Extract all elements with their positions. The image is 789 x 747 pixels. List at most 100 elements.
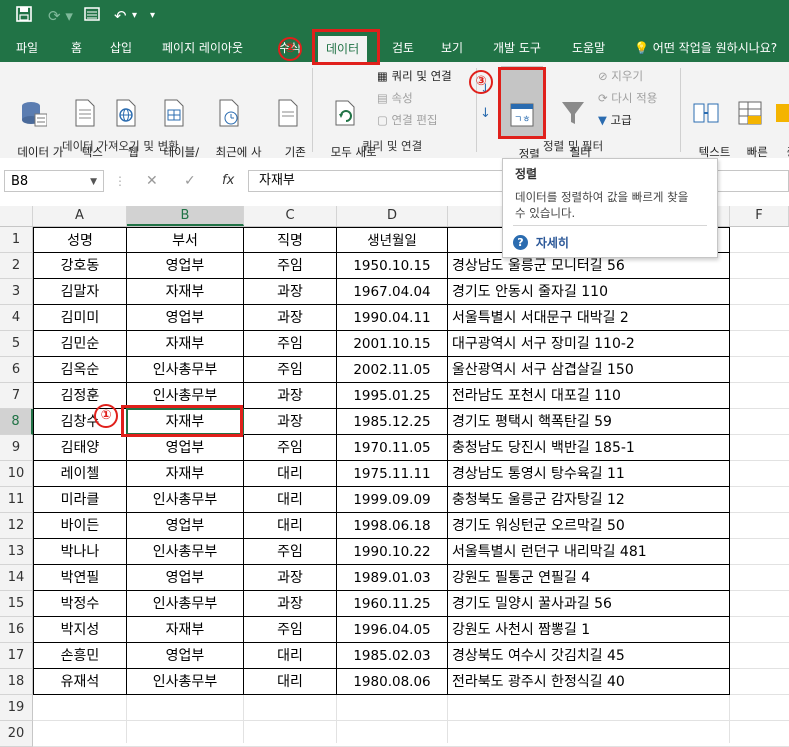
row-header-10[interactable]: 10 bbox=[0, 461, 33, 487]
tab-home[interactable]: 홈 bbox=[71, 34, 82, 62]
cell-address[interactable]: 서울특별시 서대문구 대박길 2 bbox=[448, 305, 730, 331]
tab-insert[interactable]: 삽입 bbox=[110, 34, 132, 62]
cell-department[interactable]: 인사총무부 bbox=[127, 487, 244, 513]
cell-department[interactable]: 영업부 bbox=[127, 435, 244, 461]
row-header-6[interactable]: 6 bbox=[0, 357, 33, 383]
row-header-17[interactable]: 17 bbox=[0, 643, 33, 669]
cell-title[interactable]: 주임 bbox=[244, 539, 337, 565]
cell-address[interactable]: 강원도 사천시 짬뽕길 1 bbox=[448, 617, 730, 643]
row-header-13[interactable]: 13 bbox=[0, 539, 33, 565]
row-header-1[interactable]: 1 bbox=[0, 227, 33, 253]
cell-title[interactable]: 주임 bbox=[244, 435, 337, 461]
cell-birthdate[interactable]: 1990.04.11 bbox=[337, 305, 448, 331]
cell-name[interactable]: 바이든 bbox=[33, 513, 127, 539]
cell-name[interactable]: 김옥순 bbox=[33, 357, 127, 383]
cell-address[interactable]: 대구광역시 서구 장미길 110-2 bbox=[448, 331, 730, 357]
form-icon[interactable] bbox=[84, 6, 100, 27]
cell-birthdate[interactable]: 1999.09.09 bbox=[337, 487, 448, 513]
cell-birthdate[interactable]: 1995.01.25 bbox=[337, 383, 448, 409]
cell-title[interactable]: 과장 bbox=[244, 305, 337, 331]
column-header-b[interactable]: B bbox=[127, 206, 244, 226]
enter-icon[interactable]: ✓ bbox=[184, 170, 196, 192]
chevron-down-icon[interactable]: ▼ bbox=[90, 171, 97, 193]
row-header-20[interactable]: 20 bbox=[0, 721, 33, 747]
cell-title[interactable]: 과장 bbox=[244, 409, 337, 435]
cell-title[interactable]: 대리 bbox=[244, 513, 337, 539]
cell-title[interactable]: 대리 bbox=[244, 487, 337, 513]
cell-birthdate[interactable]: 1950.10.15 bbox=[337, 253, 448, 279]
tab-view[interactable]: 보기 bbox=[441, 34, 463, 62]
tab-review[interactable]: 검토 bbox=[392, 34, 414, 62]
cell-name[interactable]: 미라클 bbox=[33, 487, 127, 513]
cell-address[interactable]: 울산광역시 서구 삼겹살길 150 bbox=[448, 357, 730, 383]
advanced-filter-button[interactable]: ▼ 고급 bbox=[598, 112, 632, 128]
row-header-7[interactable]: 7 bbox=[0, 383, 33, 409]
cell-birthdate[interactable]: 1996.04.05 bbox=[337, 617, 448, 643]
cell-birthdate[interactable]: 1985.02.03 bbox=[337, 643, 448, 669]
undo-dropdown-icon[interactable]: ▾ bbox=[132, 6, 137, 26]
row-header-18[interactable]: 18 bbox=[0, 669, 33, 695]
cell-birthdate[interactable]: 1990.10.22 bbox=[337, 539, 448, 565]
cell-department[interactable]: 인사총무부 bbox=[127, 669, 244, 695]
row-header-4[interactable]: 4 bbox=[0, 305, 33, 331]
column-header-f[interactable]: F bbox=[730, 206, 789, 226]
cell-title[interactable]: 과장 bbox=[244, 383, 337, 409]
tab-file[interactable]: 파일 bbox=[16, 34, 38, 62]
row-header-11[interactable]: 11 bbox=[0, 487, 33, 513]
cell-name[interactable]: 김정훈 bbox=[33, 383, 127, 409]
cancel-icon[interactable]: ✕ bbox=[146, 170, 158, 192]
cell-department[interactable]: 영업부 bbox=[127, 253, 244, 279]
undo-icon[interactable]: ↶ bbox=[114, 6, 127, 26]
cell-birthdate[interactable]: 1980.08.06 bbox=[337, 669, 448, 695]
cell-department[interactable]: 인사총무부 bbox=[127, 591, 244, 617]
cell-address[interactable]: 충청북도 울릉군 감자탕길 12 bbox=[448, 487, 730, 513]
cell-title[interactable]: 과장 bbox=[244, 565, 337, 591]
cell-department[interactable]: 자재부 bbox=[127, 617, 244, 643]
row-header-8[interactable]: 8 bbox=[0, 409, 33, 435]
cell-name[interactable]: 김말자 bbox=[33, 279, 127, 305]
cell-address[interactable]: 경기도 밀양시 꿀사과길 56 bbox=[448, 591, 730, 617]
cell-address[interactable]: 경기도 평택시 핵폭탄길 59 bbox=[448, 409, 730, 435]
row-header-9[interactable]: 9 bbox=[0, 435, 33, 461]
cell-name[interactable]: 박나나 bbox=[33, 539, 127, 565]
cell-address[interactable]: 충청남도 당진시 백반길 185-1 bbox=[448, 435, 730, 461]
sort-descending-button[interactable]: ↓ bbox=[480, 106, 491, 122]
cell-name[interactable]: 김미미 bbox=[33, 305, 127, 331]
cell-name[interactable]: 손흥민 bbox=[33, 643, 127, 669]
cell-address[interactable]: 경상북도 여수시 갓김치길 45 bbox=[448, 643, 730, 669]
save-icon[interactable] bbox=[16, 6, 32, 27]
header-cell-department[interactable]: 부서 bbox=[127, 227, 244, 253]
row-header-3[interactable]: 3 bbox=[0, 279, 33, 305]
cell-title[interactable]: 대리 bbox=[244, 643, 337, 669]
cell-department[interactable]: 영업부 bbox=[127, 305, 244, 331]
cell-department[interactable]: 자재부 bbox=[127, 331, 244, 357]
cell-birthdate[interactable]: 1998.06.18 bbox=[337, 513, 448, 539]
row-header-19[interactable]: 19 bbox=[0, 695, 33, 721]
cell-address[interactable]: 경상남도 통영시 탕수육길 11 bbox=[448, 461, 730, 487]
tooltip-help-link[interactable]: ? 자세히 bbox=[513, 233, 569, 251]
cell-name[interactable]: 박지성 bbox=[33, 617, 127, 643]
cell-title[interactable]: 과장 bbox=[244, 591, 337, 617]
cell-name[interactable]: 김민순 bbox=[33, 331, 127, 357]
row-header-5[interactable]: 5 bbox=[0, 331, 33, 357]
cell-name[interactable]: 박연필 bbox=[33, 565, 127, 591]
cell-department[interactable]: 영업부 bbox=[127, 643, 244, 669]
cell-title[interactable]: 대리 bbox=[244, 461, 337, 487]
cell-birthdate[interactable]: 2001.10.15 bbox=[337, 331, 448, 357]
cell-department[interactable]: 인사총무부 bbox=[127, 539, 244, 565]
tell-me-box[interactable]: 💡 어떤 작업을 원하시나요? bbox=[634, 34, 777, 62]
cell-department[interactable]: 인사총무부 bbox=[127, 357, 244, 383]
cell-address[interactable]: 경기도 안동시 줄자길 110 bbox=[448, 279, 730, 305]
cell-department[interactable]: 영업부 bbox=[127, 513, 244, 539]
column-header-c[interactable]: C bbox=[244, 206, 337, 226]
cell-birthdate[interactable]: 1975.11.11 bbox=[337, 461, 448, 487]
cell-birthdate[interactable]: 1985.12.25 bbox=[337, 409, 448, 435]
tab-page-layout[interactable]: 페이지 레이아웃 bbox=[162, 34, 243, 62]
cell-address[interactable]: 서울특별시 런던구 내리막길 481 bbox=[448, 539, 730, 565]
cell-birthdate[interactable]: 1960.11.25 bbox=[337, 591, 448, 617]
cell-name[interactable]: 박정수 bbox=[33, 591, 127, 617]
cell-name[interactable]: 레이첼 bbox=[33, 461, 127, 487]
row-header-2[interactable]: 2 bbox=[0, 253, 33, 279]
cell-title[interactable]: 주임 bbox=[244, 357, 337, 383]
cell-address[interactable]: 강원도 필통군 연필길 4 bbox=[448, 565, 730, 591]
